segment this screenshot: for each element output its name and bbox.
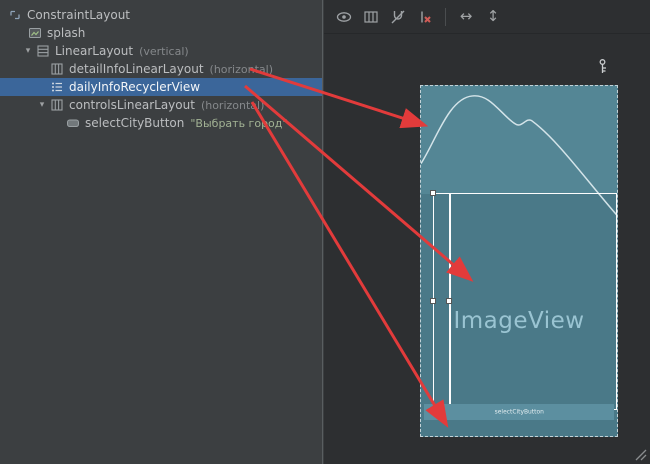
tree-row-label: detailInfoLinearLayout — [69, 62, 204, 76]
select-city-button-widget[interactable]: selectCityButton — [424, 404, 614, 420]
selection-rectangle[interactable] — [433, 193, 617, 410]
tree-row-dailyinforecyclerview[interactable]: dailyInfoRecyclerView — [0, 78, 322, 96]
recycler-view-list-icon — [50, 80, 64, 94]
tree-row-annotation: (vertical) — [139, 45, 189, 58]
tree-row-label: splash — [47, 26, 85, 40]
button-icon — [66, 116, 80, 130]
select-city-button-widget-label: selectCityButton — [494, 409, 543, 416]
magnet-off-icon — [389, 8, 407, 26]
linear-layout-vertical-icon — [36, 44, 50, 58]
tree-row-detailinfolinearlayout[interactable]: detailInfoLinearLayout (horizontal) — [0, 60, 322, 78]
tree-row-label: ConstraintLayout — [27, 8, 130, 22]
design-toolbar: ↔ ↕ — [324, 0, 650, 34]
design-canvas[interactable]: ImageView selectCityButton — [324, 34, 650, 464]
toolbar-separator — [445, 8, 446, 26]
tree-row-annotation: (horizontal) — [201, 99, 264, 112]
design-surface-panel: ↔ ↕ — [324, 0, 650, 464]
constraint-layout-icon — [8, 8, 22, 22]
select-design-surface-button[interactable] — [359, 5, 383, 29]
view-options-button[interactable] — [332, 5, 356, 29]
imageview-placeholder-label[interactable]: ImageView — [421, 308, 617, 334]
tree-row-controlslinearlayout[interactable]: ▾ controlsLinearLayout (horizontal) — [0, 96, 322, 114]
columns-icon — [362, 8, 380, 26]
resize-handle[interactable] — [634, 448, 647, 461]
device-preview[interactable]: ImageView selectCityButton — [420, 85, 618, 437]
image-icon — [28, 26, 42, 40]
tree-row-annotation: (horizontal) — [210, 63, 273, 76]
layout-editor-window: ConstraintLayout splash ▾ LinearLayout (… — [0, 0, 650, 464]
detail-info-header[interactable] — [421, 86, 617, 194]
tree-row-label: selectCityButton — [85, 116, 184, 130]
tree-row-label: LinearLayout — [55, 44, 133, 58]
selection-handle[interactable] — [430, 190, 436, 196]
vertical-expand-button[interactable]: ↕ — [481, 5, 505, 29]
tree-row-label: controlsLinearLayout — [69, 98, 195, 112]
tree-row-splash[interactable]: splash — [0, 24, 322, 42]
selection-handle[interactable] — [446, 298, 452, 304]
eye-icon — [335, 8, 353, 26]
tree-row-constraintlayout[interactable]: ConstraintLayout — [0, 6, 322, 24]
horizontal-expand-button[interactable]: ↔ — [454, 5, 478, 29]
device-config-icon[interactable] — [596, 58, 609, 75]
linear-layout-horizontal-icon — [50, 62, 64, 76]
tree-row-selectcitybutton[interactable]: selectCityButton "Выбрать город" — [0, 114, 322, 132]
clear-constraints-button[interactable] — [413, 5, 437, 29]
tree-row-label: dailyInfoRecyclerView — [69, 80, 200, 94]
component-tree-panel: ConstraintLayout splash ▾ LinearLayout (… — [0, 0, 323, 464]
tree-row-text-value: "Выбрать город" — [190, 117, 287, 130]
selection-handle[interactable] — [430, 298, 436, 304]
clear-constraints-icon — [416, 8, 434, 26]
chevron-down-icon[interactable]: ▾ — [36, 100, 48, 110]
tree-row-linearlayout[interactable]: ▾ LinearLayout (vertical) — [0, 42, 322, 60]
vertical-arrows-icon: ↕ — [487, 9, 500, 24]
horizontal-arrows-icon: ↔ — [460, 9, 473, 24]
linear-layout-horizontal-icon — [50, 98, 64, 112]
autoconnect-toggle-button[interactable] — [386, 5, 410, 29]
chevron-down-icon[interactable]: ▾ — [22, 46, 34, 56]
